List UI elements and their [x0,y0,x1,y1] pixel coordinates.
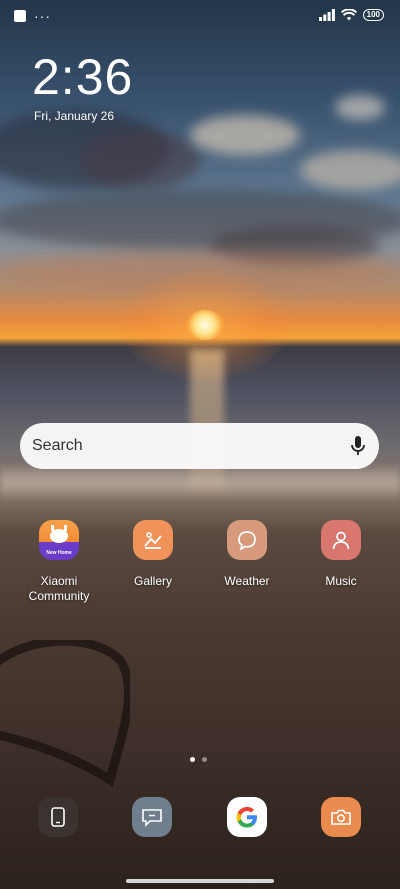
cloud [190,115,300,155]
notification-square-icon [14,10,26,22]
mascot-icon [50,525,68,543]
new-home-badge: New Home [46,550,72,556]
phone-glyph-icon [51,807,65,827]
app-music[interactable]: Music [296,520,386,589]
app-gallery[interactable]: Gallery [108,520,198,589]
status-bar: ··· 100 [0,0,400,36]
microphone-icon[interactable] [351,436,365,456]
cloud [80,130,200,190]
google-g-icon [236,807,257,828]
dock [0,797,400,839]
camera-glyph-icon [331,809,351,825]
signal-icon [318,9,335,21]
app-xiaomi-community[interactable]: New Home Xiaomi Community [14,520,104,604]
chat-bubble-icon [238,531,256,551]
page-indicator[interactable] [190,757,207,762]
person-icon [332,531,350,550]
search-placeholder: Search [32,437,83,454]
gallery-glyph-icon [144,532,162,549]
message-bubble-icon [142,809,162,827]
music-person-icon [321,520,361,560]
home-gesture-bar[interactable] [126,879,274,883]
app-label-music: Music [325,574,357,588]
wifi-icon [340,9,357,21]
more-notifications-icon: ··· [34,8,51,24]
weather-chat-icon [227,520,267,560]
sun [186,310,224,340]
google-icon[interactable] [227,797,267,837]
app-grid: New Home Xiaomi Community Gallery Weathe… [0,520,400,610]
page-dot-active[interactable] [190,757,195,762]
phone-icon[interactable] [38,797,78,837]
clock-time[interactable]: 2:36 [32,48,133,106]
sand-heart-drawing [0,640,130,788]
app-label-weather: Weather [224,574,270,588]
app-label-gallery: Gallery [133,574,172,588]
search-bar[interactable]: Search [20,423,379,469]
camera-icon[interactable] [321,797,361,837]
app-weather[interactable]: Weather [202,520,292,589]
page-dot[interactable] [202,757,207,762]
cloud [300,150,400,190]
battery-icon: 100 [362,9,384,21]
app-label-xiaomi-community: Xiaomi Community [28,574,90,603]
mi-community-icon: New Home [39,520,79,560]
clock-date[interactable]: Fri, January 26 [34,109,114,123]
cloud [335,95,385,120]
messages-icon[interactable] [132,797,172,837]
gallery-icon [133,520,173,560]
